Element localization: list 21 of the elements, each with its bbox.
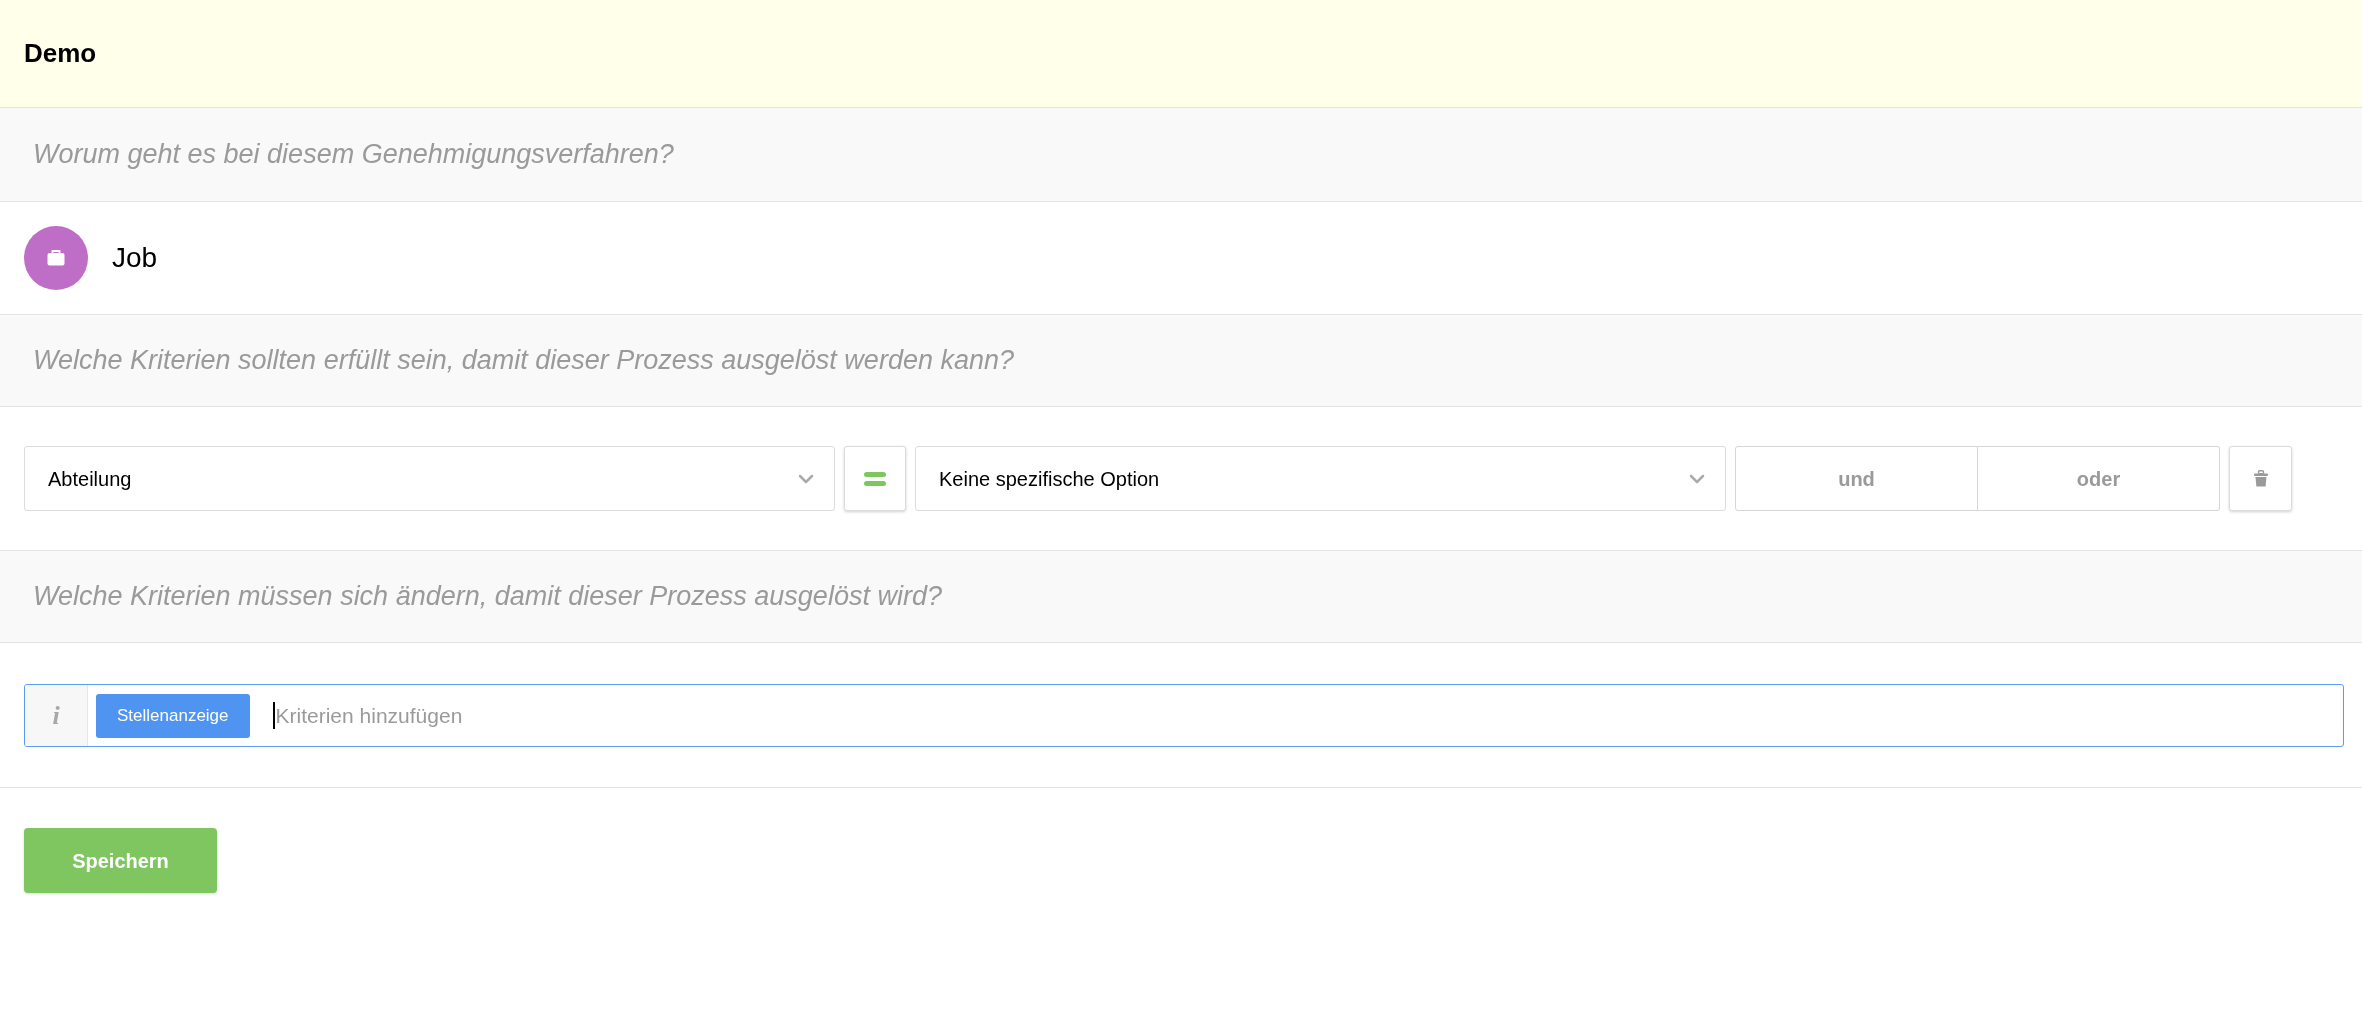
page-title: Demo xyxy=(24,37,97,70)
process-type-label: Job xyxy=(112,241,158,275)
chevron-down-icon xyxy=(798,473,814,484)
briefcase-icon xyxy=(24,226,88,290)
criteria-tag: Stellenanzeige xyxy=(96,693,250,738)
save-button[interactable]: Speichern xyxy=(24,828,217,893)
criteria-input-field[interactable]: i Stellenanzeige Kriterien hinzufügen xyxy=(24,684,2344,747)
value-select[interactable]: Keine spezifische Option xyxy=(915,446,1726,511)
section-question: Worum geht es bei diesem Genehmigungsverfahren? xyxy=(33,138,674,172)
text-cursor xyxy=(272,702,275,729)
section-question: Welche Kriterien müssen sich ändern, damit dieser Prozess ausgelöst wird? xyxy=(33,580,942,614)
equals-icon xyxy=(864,471,886,486)
operator-button[interactable] xyxy=(844,446,906,511)
section-question: Welche Kriterien sollten erfüllt sein, damit dieser Prozess ausgelöst werden kann? xyxy=(33,344,1014,378)
connector-toggle[interactable]: oder xyxy=(1978,446,2220,511)
trash-icon xyxy=(2253,470,2268,487)
delete-button[interactable] xyxy=(2229,446,2292,511)
field-select[interactable]: Abteilung xyxy=(24,446,835,511)
info-button[interactable]: i xyxy=(25,685,88,746)
connector-toggle[interactable]: und xyxy=(1735,446,1978,511)
chevron-down-icon xyxy=(1689,473,1705,484)
